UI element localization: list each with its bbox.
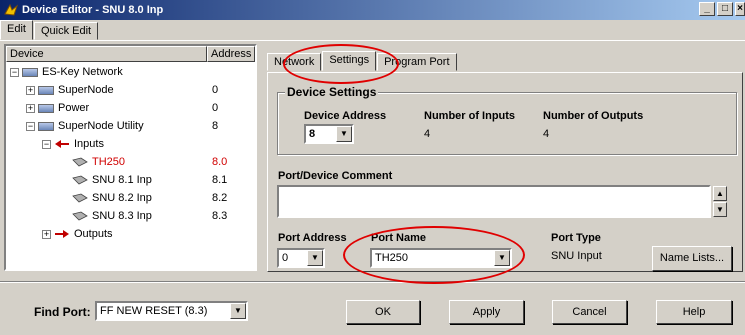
tree-row-address: 8.2: [212, 192, 228, 204]
chevron-down-icon[interactable]: ▼: [307, 250, 323, 266]
scroll-up-icon[interactable]: ▲: [713, 186, 727, 201]
network-icon: [22, 67, 38, 77]
tree-header: Device Address: [6, 46, 255, 62]
port-name-select[interactable]: TH250 ▼: [370, 248, 512, 268]
right-arrow-icon: [55, 230, 69, 239]
port-name-value: TH250: [375, 252, 409, 264]
tree-row-inputs[interactable]: − Inputs: [42, 136, 104, 152]
node-icon: [38, 85, 54, 95]
tree-row-label: TH250: [92, 156, 126, 168]
column-address[interactable]: Address: [207, 46, 255, 62]
device-icon: [72, 211, 88, 221]
tree-row-label: SNU 8.2 Inp: [92, 192, 152, 204]
tree-row-address: 8.1: [212, 174, 228, 186]
tab-program-port[interactable]: Program Port: [377, 53, 457, 71]
tree-row-supernode[interactable]: + SuperNode 0: [26, 82, 251, 98]
comment-label: Port/Device Comment: [278, 170, 393, 182]
app-icon: [4, 3, 19, 16]
device-address-label: Device Address: [304, 110, 387, 122]
expand-icon[interactable]: +: [42, 229, 51, 239]
apply-button[interactable]: Apply: [449, 300, 524, 324]
tab-quick-edit[interactable]: Quick Edit: [33, 22, 99, 40]
tree-row-snu-8-2[interactable]: SNU 8.2 Inp 8.2: [72, 190, 251, 206]
port-address-select[interactable]: 0 ▼: [277, 248, 325, 268]
left-arrow-icon: [55, 140, 69, 149]
chevron-down-icon[interactable]: ▼: [336, 126, 352, 142]
device-icon: [72, 175, 88, 185]
minimize-icon[interactable]: _: [699, 2, 715, 16]
name-lists-button[interactable]: Name Lists...: [652, 246, 732, 271]
device-address-select[interactable]: 8 ▼: [304, 124, 354, 144]
close-icon[interactable]: ×: [735, 2, 745, 16]
tree-row-power[interactable]: + Power 0: [26, 100, 251, 116]
settings-tabs: Network Settings Program Port: [267, 51, 458, 72]
tab-settings[interactable]: Settings: [322, 51, 377, 71]
tree-row-snu-8-1[interactable]: SNU 8.1 Inp 8.1: [72, 172, 251, 188]
expand-icon[interactable]: +: [26, 103, 35, 113]
chevron-down-icon[interactable]: ▼: [230, 303, 246, 319]
port-type-value: SNU Input: [551, 250, 602, 262]
help-button[interactable]: Help: [656, 300, 732, 324]
title-bar: Device Editor - SNU 8.0 Inp _ □ ×: [0, 0, 745, 20]
tab-edit[interactable]: Edit: [0, 20, 33, 40]
find-port-select[interactable]: FF NEW RESET (8.3) ▼: [95, 301, 248, 321]
port-type-label: Port Type: [551, 232, 601, 244]
main-tabs: Edit Quick Edit: [0, 20, 99, 40]
tree-row-outputs[interactable]: + Outputs: [42, 226, 113, 242]
port-address-label: Port Address: [278, 232, 347, 244]
tree-row-label: Power: [58, 102, 90, 114]
port-address-value: 0: [282, 252, 289, 264]
node-icon: [38, 103, 54, 113]
tree-row-network[interactable]: − ES-Key Network: [10, 64, 123, 80]
cancel-button[interactable]: Cancel: [552, 300, 627, 324]
device-icon: [72, 193, 88, 203]
tree-row-supernode-utility[interactable]: − SuperNode Utility 8: [26, 118, 251, 134]
tree-row-label: SuperNode: [58, 84, 114, 96]
device-address-value: 8: [309, 128, 316, 140]
number-of-outputs-label: Number of Outputs: [543, 110, 644, 122]
tree-row-snu-8-3[interactable]: SNU 8.3 Inp 8.3: [72, 208, 251, 224]
chevron-down-icon[interactable]: ▼: [494, 250, 510, 266]
tree-row-th250[interactable]: TH250 8.0: [72, 154, 251, 170]
column-device[interactable]: Device: [6, 46, 207, 62]
tree-row-label: SNU 8.3 Inp: [92, 210, 152, 222]
number-of-inputs-value: 4: [424, 128, 431, 140]
ok-button[interactable]: OK: [346, 300, 420, 324]
expand-icon[interactable]: +: [26, 85, 35, 95]
number-of-outputs-value: 4: [543, 128, 550, 140]
number-of-inputs-label: Number of Inputs: [424, 110, 516, 122]
tree-row-label: Inputs: [74, 138, 104, 150]
device-settings-title: Device Settings: [285, 85, 379, 99]
maximize-icon[interactable]: □: [717, 2, 733, 16]
tree-row-label: Outputs: [74, 228, 113, 240]
tree-row-address: 0: [212, 102, 219, 114]
tab-network[interactable]: Network: [267, 53, 322, 71]
collapse-icon[interactable]: −: [42, 139, 51, 149]
scroll-down-icon[interactable]: ▼: [713, 202, 727, 217]
device-tree[interactable]: Device Address − ES-Key Network + SuperNod…: [4, 44, 257, 271]
collapse-icon[interactable]: −: [10, 67, 19, 77]
tree-row-address: 0: [212, 84, 219, 96]
collapse-icon[interactable]: −: [26, 121, 35, 131]
tree-row-label: SuperNode Utility: [58, 120, 144, 132]
tree-row-label: SNU 8.1 Inp: [92, 174, 152, 186]
tree-row-address: 8.3: [212, 210, 228, 222]
find-port-value: FF NEW RESET (8.3): [100, 305, 208, 317]
window-buttons: _ □ ×: [699, 2, 745, 18]
device-icon: [72, 157, 88, 167]
comment-textarea[interactable]: [277, 185, 711, 218]
tree-row-address: 8: [212, 120, 219, 132]
tree-row-label: ES-Key Network: [42, 66, 123, 78]
tree-row-address: 8.0: [212, 156, 228, 168]
node-icon: [38, 121, 54, 131]
window-title: Device Editor - SNU 8.0 Inp: [22, 4, 164, 16]
port-name-label: Port Name: [371, 232, 427, 244]
find-port-label: Find Port:: [34, 305, 91, 319]
